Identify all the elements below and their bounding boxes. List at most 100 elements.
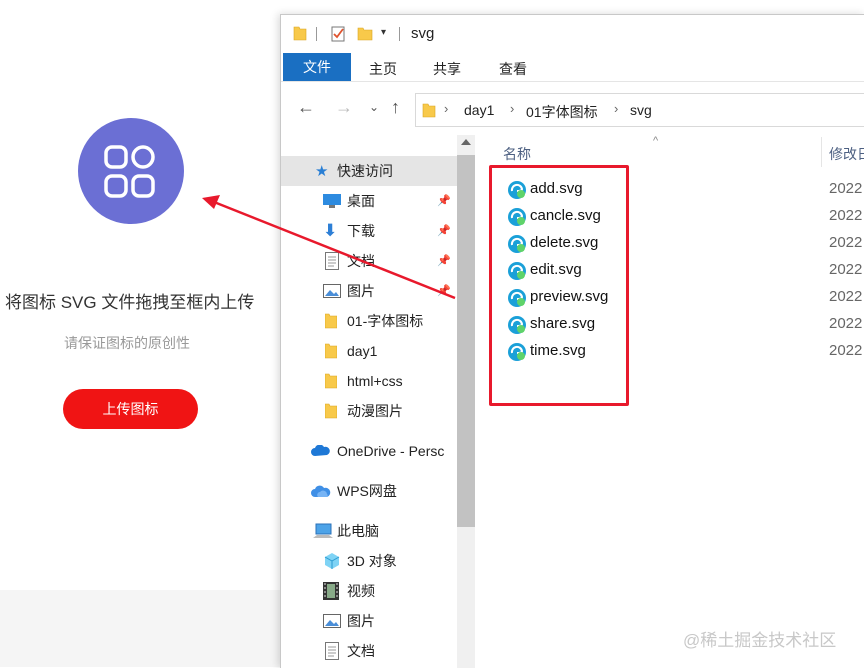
sidebar-item-documents[interactable]: 文档 📌 bbox=[281, 246, 457, 276]
back-arrow-icon[interactable]: ← bbox=[297, 97, 315, 118]
sidebar-item-label: 01-字体图标 bbox=[347, 313, 424, 329]
sidebar-item-videos[interactable]: 视频 bbox=[281, 576, 457, 606]
up-arrow-icon[interactable]: ↑ bbox=[391, 97, 400, 118]
address-breadcrumb[interactable]: › day1 › 01字体图标 › svg bbox=[415, 93, 864, 127]
cloud-icon bbox=[311, 445, 330, 456]
ribbon: 文件 主页 共享 查看 bbox=[281, 53, 864, 82]
tab-share[interactable]: 共享 bbox=[433, 59, 461, 79]
file-date: 2022 bbox=[829, 234, 863, 251]
pin-icon: 📌 bbox=[437, 255, 451, 267]
divider bbox=[399, 27, 400, 41]
folder-icon bbox=[325, 403, 337, 419]
file-date: 2022 bbox=[829, 288, 863, 305]
address-bar: ← → ⌄ ↑ › day1 › 01字体图标 › svg bbox=[281, 87, 864, 131]
upload-icon-button[interactable]: 上传图标 bbox=[63, 389, 198, 429]
quick-access-dropdown-icon[interactable]: ▾ bbox=[381, 27, 386, 38]
pin-icon: 📌 bbox=[437, 225, 451, 237]
computer-icon bbox=[313, 523, 333, 538]
video-icon bbox=[323, 582, 339, 600]
tab-home[interactable]: 主页 bbox=[369, 59, 397, 79]
upload-subtitle: 请保证图标的原创性 bbox=[64, 335, 190, 351]
breadcrumb-separator-icon[interactable]: › bbox=[444, 101, 448, 116]
sidebar-item-label: 快速访问 bbox=[337, 163, 393, 179]
sidebar-item-downloads[interactable]: ⬇ 下载 📌 bbox=[281, 216, 457, 246]
pin-icon: 📌 bbox=[437, 195, 451, 207]
sidebar-item-label: 下载 bbox=[347, 223, 375, 239]
sidebar-item-quick-access[interactable]: ★ 快速访问 bbox=[281, 156, 457, 186]
sidebar-item-label: 桌面 bbox=[347, 193, 375, 209]
apps-grid-icon bbox=[78, 118, 184, 224]
sidebar-item-label: 视频 bbox=[347, 583, 375, 599]
sidebar-item-folder[interactable]: html+css bbox=[281, 366, 457, 396]
title-bar: ▾ svg bbox=[281, 15, 864, 53]
star-icon: ★ bbox=[315, 163, 329, 180]
breadcrumb-separator-icon[interactable]: › bbox=[510, 101, 514, 116]
folder-icon bbox=[325, 373, 337, 389]
tab-view[interactable]: 查看 bbox=[499, 59, 527, 79]
cloud-icon bbox=[311, 485, 331, 497]
pin-icon: 📌 bbox=[437, 285, 451, 297]
column-header-date[interactable]: 修改日 bbox=[829, 144, 864, 164]
sidebar-item-label: html+css bbox=[347, 373, 403, 389]
sidebar-item-onedrive[interactable]: OneDrive - Persc bbox=[281, 436, 457, 466]
sidebar-item-pictures-pc[interactable]: 图片 bbox=[281, 606, 457, 636]
folder-icon bbox=[293, 26, 307, 41]
folder-icon bbox=[325, 343, 337, 359]
breadcrumb-svg[interactable]: svg bbox=[630, 102, 652, 118]
pictures-icon bbox=[323, 614, 341, 628]
pictures-icon bbox=[323, 284, 341, 298]
recent-locations-chevron-icon[interactable]: ⌄ bbox=[369, 100, 379, 114]
file-date: 2022 bbox=[829, 207, 863, 224]
document-icon bbox=[325, 252, 339, 270]
folder-icon bbox=[325, 313, 337, 329]
scroll-up-icon[interactable] bbox=[461, 139, 471, 145]
file-explorer-window: ▾ svg 文件 主页 共享 查看 ← → ⌄ ↑ › day1 › 01字体图… bbox=[280, 14, 864, 668]
breadcrumb-font-icons[interactable]: 01字体图标 bbox=[526, 102, 598, 122]
sidebar-item-pictures[interactable]: 图片 📌 bbox=[281, 276, 457, 306]
forward-arrow-icon[interactable]: → bbox=[335, 97, 353, 118]
sidebar-item-3d-objects[interactable]: 3D 对象 bbox=[281, 546, 457, 576]
sidebar-item-label: 图片 bbox=[347, 613, 375, 629]
properties-icon[interactable] bbox=[329, 25, 347, 43]
breadcrumb-separator-icon[interactable]: › bbox=[614, 101, 618, 116]
sidebar-item-label: WPS网盘 bbox=[337, 483, 397, 499]
scroll-thumb[interactable] bbox=[457, 155, 475, 527]
divider bbox=[316, 27, 317, 41]
column-header-name[interactable]: 名称 bbox=[503, 144, 531, 164]
sidebar-item-folder[interactable]: 01-字体图标 bbox=[281, 306, 457, 336]
column-divider[interactable] bbox=[821, 137, 822, 167]
selection-highlight-box bbox=[489, 165, 629, 406]
file-date: 2022 bbox=[829, 315, 863, 332]
window-title: svg bbox=[411, 25, 435, 42]
sidebar-item-folder[interactable]: day1 bbox=[281, 336, 457, 366]
tab-file[interactable]: 文件 bbox=[283, 53, 351, 81]
navigation-pane: ★ 快速访问 桌面 📌 ⬇ 下载 📌 文档 📌 图片 📌 01-字体图标 day… bbox=[281, 135, 457, 668]
sidebar-item-folder[interactable]: 动漫图片 bbox=[281, 396, 457, 426]
desktop-icon bbox=[323, 194, 341, 208]
sort-ascending-icon: ^ bbox=[653, 135, 659, 147]
upload-footer-band bbox=[0, 590, 300, 667]
sidebar-item-documents-pc[interactable]: 文档 bbox=[281, 636, 457, 666]
nav-scrollbar[interactable] bbox=[457, 135, 475, 668]
sidebar-item-label: 3D 对象 bbox=[347, 553, 397, 569]
sidebar-item-label: 文档 bbox=[347, 253, 375, 269]
sidebar-item-wps[interactable]: WPS网盘 bbox=[281, 476, 457, 506]
upload-title: 将图标 SVG 文件拖拽至框内上传 bbox=[5, 293, 255, 312]
sidebar-item-label: 文档 bbox=[347, 643, 375, 659]
folder-icon bbox=[422, 103, 436, 118]
file-date: 2022 bbox=[829, 342, 863, 359]
file-date: 2022 bbox=[829, 261, 863, 278]
download-arrow-icon: ⬇ bbox=[323, 221, 338, 240]
sidebar-item-label: 动漫图片 bbox=[347, 403, 403, 419]
watermark: @稀土掘金技术社区 bbox=[683, 631, 837, 650]
sidebar-item-label: 此电脑 bbox=[337, 523, 379, 539]
document-icon bbox=[325, 642, 339, 660]
sidebar-item-this-pc[interactable]: 此电脑 bbox=[281, 516, 457, 546]
sidebar-item-label: 图片 bbox=[347, 283, 375, 299]
sidebar-item-label: day1 bbox=[347, 343, 378, 359]
new-folder-icon[interactable] bbox=[357, 25, 373, 41]
cube-icon bbox=[324, 553, 340, 569]
sidebar-item-desktop[interactable]: 桌面 📌 bbox=[281, 186, 457, 216]
breadcrumb-day1[interactable]: day1 bbox=[464, 102, 494, 118]
sidebar-item-label: OneDrive - Persc bbox=[337, 443, 445, 459]
